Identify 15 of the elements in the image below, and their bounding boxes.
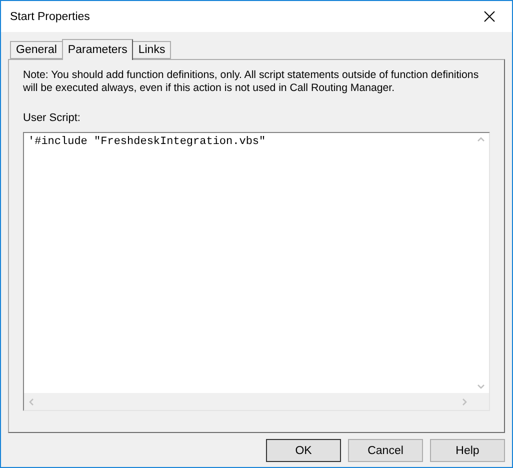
scroll-up-icon[interactable]: [476, 136, 484, 142]
note-text: Note: You should add function definitions, only. All script statements outside of function definitions will be executed always, even if this action is not used in Call Routing Manager.: [23, 69, 480, 95]
close-icon: [484, 11, 494, 22]
scroll-left-icon[interactable]: [28, 398, 34, 406]
scrollbar-corner: [472, 393, 489, 410]
cancel-button[interactable]: Cancel: [348, 439, 423, 462]
window-title: Start Properties: [10, 10, 90, 22]
tab[interactable]: General: [10, 41, 63, 59]
tab[interactable]: Parameters: [62, 39, 134, 60]
tab[interactable]: Links: [132, 41, 172, 59]
scroll-down-icon[interactable]: [476, 384, 484, 390]
ok-button[interactable]: OK: [266, 439, 341, 462]
scroll-right-icon[interactable]: [462, 398, 468, 406]
script-label: User Script:: [23, 111, 82, 125]
help-button[interactable]: Help: [430, 439, 505, 462]
